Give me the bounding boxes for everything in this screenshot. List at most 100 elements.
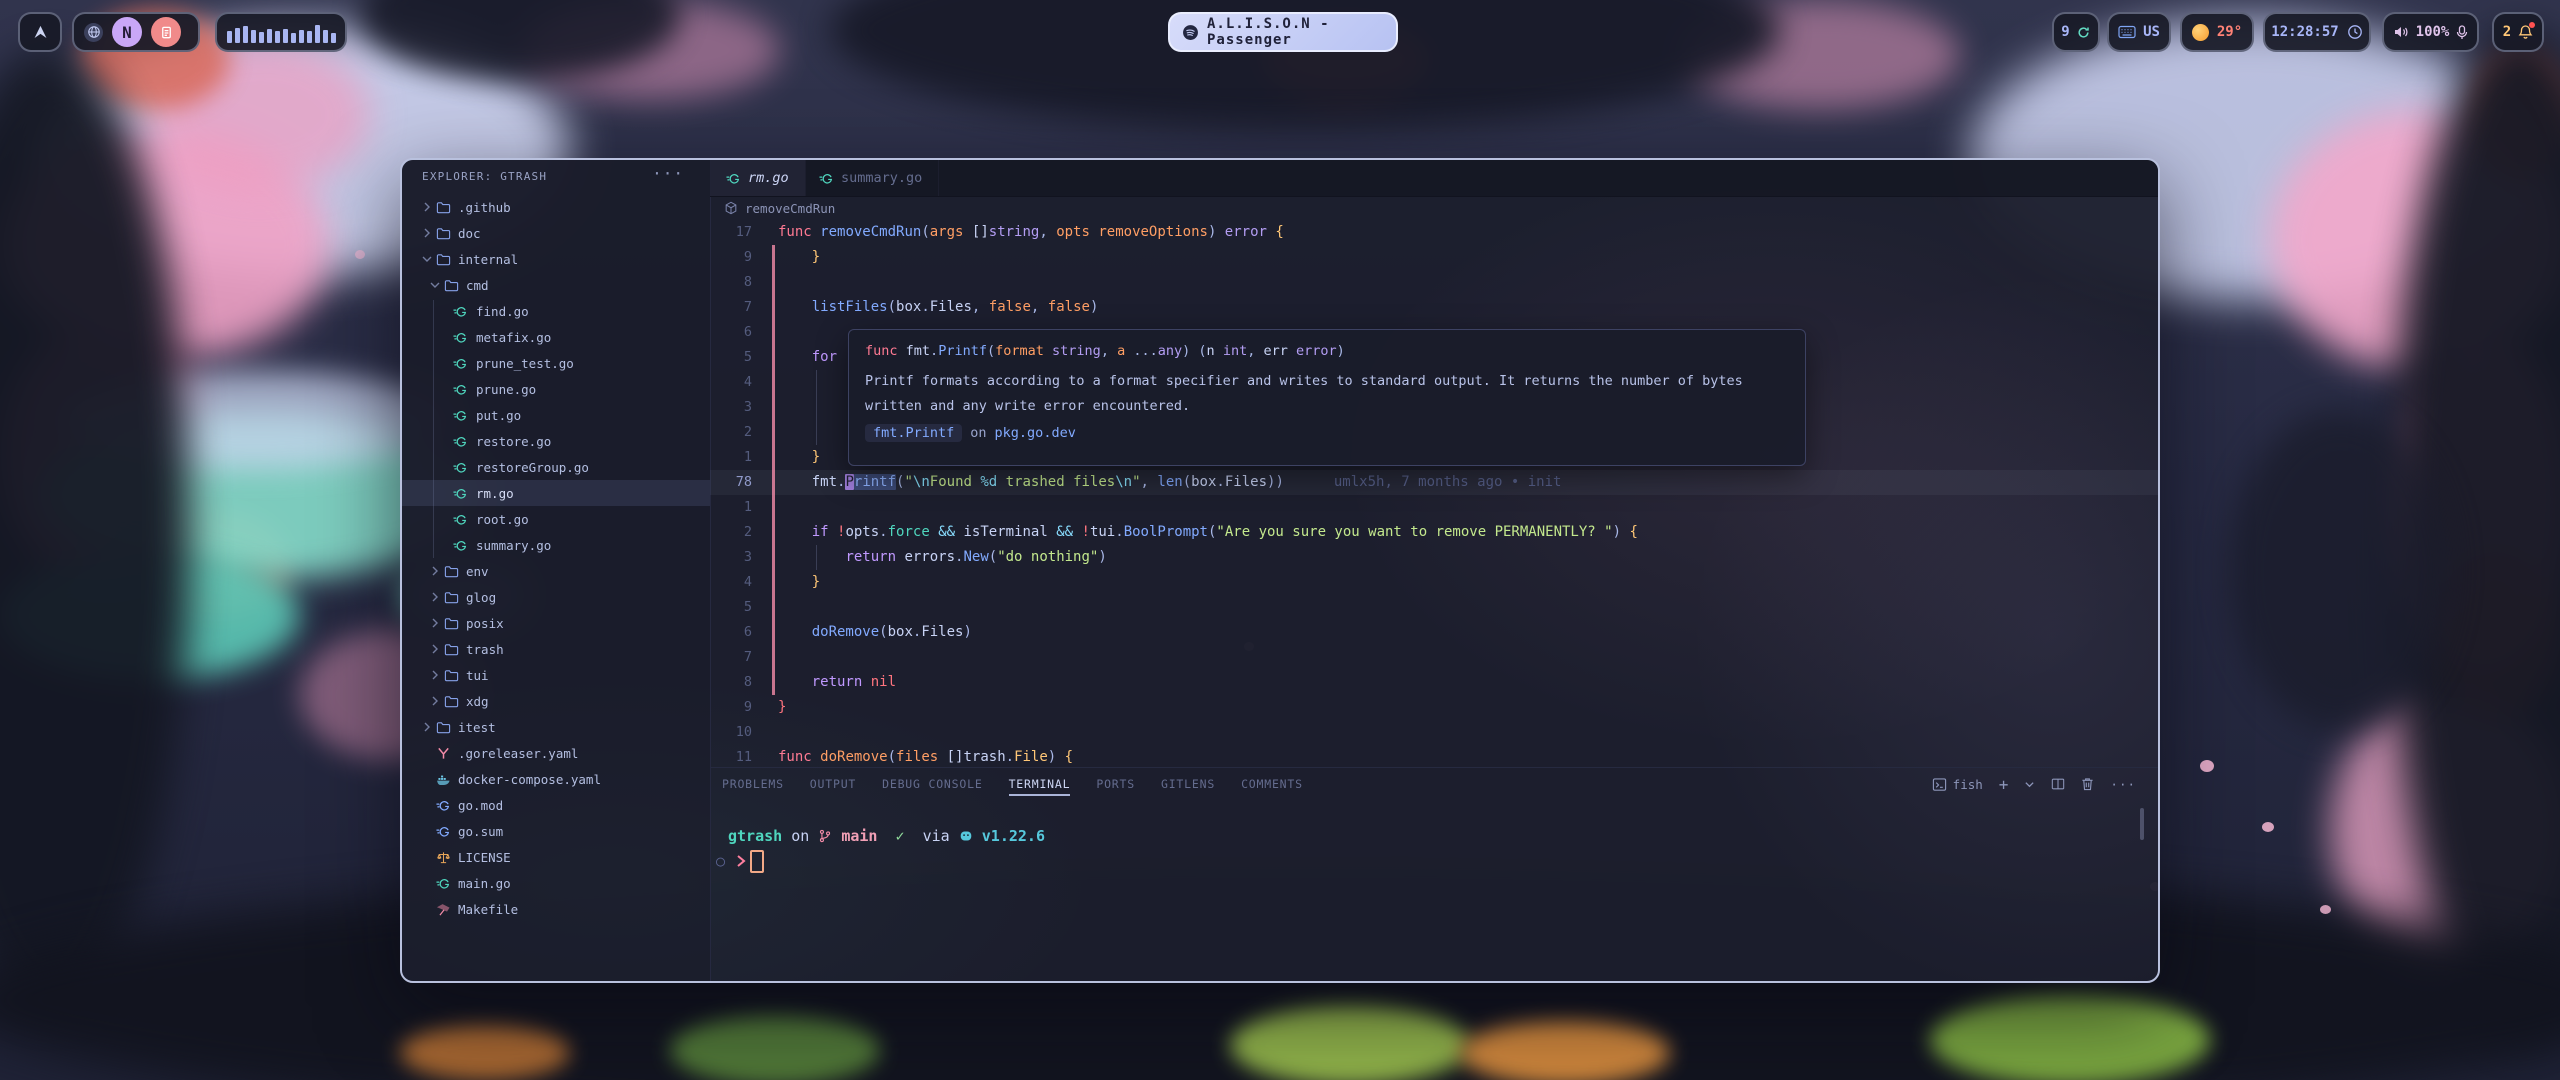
code-line[interactable]: 17func removeCmdRun(args []string, opts … <box>710 220 2158 245</box>
tree-item-rm.go[interactable]: rm.go <box>402 480 710 506</box>
chev-right-icon <box>429 669 441 681</box>
tree-item-restoreGroup.go[interactable]: restoreGroup.go <box>402 454 710 480</box>
code-line[interactable]: 10 <box>710 720 2158 745</box>
arrow-up-icon <box>31 23 50 42</box>
tooltip-doc-link[interactable]: pkg.go.dev <box>995 425 1076 441</box>
panel-tab-comments[interactable]: COMMENTS <box>1241 768 1303 800</box>
vscode-window: EXPLORER: GTRASH ··· .githubdocinternalc… <box>400 158 2160 983</box>
tree-item-cmd[interactable]: cmd <box>402 272 710 298</box>
tree-item-xdg[interactable]: xdg <box>402 688 710 714</box>
tree-item-label: root.go <box>476 512 529 527</box>
tree-item-prune.go[interactable]: prune.go <box>402 376 710 402</box>
chevron-down-icon[interactable] <box>2024 779 2035 790</box>
code-line[interactable]: 7 <box>710 645 2158 670</box>
split-terminal-icon[interactable] <box>2051 777 2065 791</box>
tab-rm.go[interactable]: rm.go <box>710 160 806 196</box>
license-icon <box>436 850 451 865</box>
tree-item-doc[interactable]: doc <box>402 220 710 246</box>
code-line[interactable]: 7 listFiles(box.Files, false, false) <box>710 295 2158 320</box>
terminal-scrollbar[interactable] <box>2140 808 2144 840</box>
tree-item-put.go[interactable]: put.go <box>402 402 710 428</box>
tooltip-symbol-chip[interactable]: fmt.Printf <box>865 424 962 442</box>
code-line[interactable]: 5 <box>710 595 2158 620</box>
launcher-button[interactable] <box>18 12 62 52</box>
globe-icon[interactable] <box>84 23 103 42</box>
tree-item-itest[interactable]: itest <box>402 714 710 740</box>
code-line[interactable]: 78 fmt.Printf("\nFound %d trashed files\… <box>710 470 2158 495</box>
line-number: 5 <box>712 345 752 370</box>
code-line[interactable]: 9} <box>710 695 2158 720</box>
updates-widget[interactable]: 9 <box>2052 12 2100 52</box>
chev-right-icon <box>421 227 433 239</box>
code-line[interactable]: 3 return errors.New("do nothing") <box>710 545 2158 570</box>
code-line[interactable]: 8 return nil <box>710 670 2158 695</box>
code-editor[interactable]: 17func removeCmdRun(args []string, opts … <box>710 220 2158 768</box>
tree-item-label: glog <box>466 590 496 605</box>
code-line[interactable]: 8 <box>710 270 2158 295</box>
panel-more-button[interactable]: ··· <box>2110 777 2136 792</box>
tree-item-LICENSE[interactable]: LICENSE <box>402 844 710 870</box>
weather-temp: 29° <box>2217 24 2242 40</box>
notion-n-icon[interactable]: N <box>112 17 142 47</box>
keyboard-icon <box>2118 25 2136 39</box>
speaker-icon <box>2393 25 2409 39</box>
audio-visualizer[interactable] <box>215 12 347 52</box>
now-playing-widget[interactable]: A.L.I.S.O.N - Passenger <box>1168 12 1398 52</box>
tree-item-trash[interactable]: trash <box>402 636 710 662</box>
folder-icon <box>444 616 459 631</box>
panel-tab-output[interactable]: OUTPUT <box>810 768 856 800</box>
tree-item-Makefile[interactable]: Makefile <box>402 896 710 922</box>
notifications-widget[interactable]: 2 <box>2492 12 2544 52</box>
tree-item-posix[interactable]: posix <box>402 610 710 636</box>
code-line[interactable]: 1 <box>710 495 2158 520</box>
audio-widget[interactable]: 100% <box>2382 12 2479 52</box>
panel-tab-problems[interactable]: PROBLEMS <box>722 768 784 800</box>
tree-item-root.go[interactable]: root.go <box>402 506 710 532</box>
weather-widget[interactable]: 29° <box>2180 12 2254 52</box>
terminal-profile[interactable]: fish <box>1932 777 1983 792</box>
folder-icon <box>436 720 451 735</box>
tree-item-.goreleaser.yaml[interactable]: .goreleaser.yaml <box>402 740 710 766</box>
tree-item-label: tui <box>466 668 489 683</box>
panel-tab-ports[interactable]: PORTS <box>1096 768 1135 800</box>
tree-item-metafix.go[interactable]: metafix.go <box>402 324 710 350</box>
keyboard-layout-widget[interactable]: US <box>2107 12 2171 52</box>
terminal-cursor <box>750 850 764 873</box>
tree-item-label: xdg <box>466 694 489 709</box>
terminal[interactable]: gtrash on main ✓ via v1.22.6○ <box>710 800 2158 981</box>
tab-summary.go[interactable]: summary.go <box>803 160 939 196</box>
explorer-more-button[interactable]: ··· <box>652 164 684 183</box>
tree-item-go.mod[interactable]: go.mod <box>402 792 710 818</box>
tree-item-restore.go[interactable]: restore.go <box>402 428 710 454</box>
tree-item-docker-compose.yaml[interactable]: docker-compose.yaml <box>402 766 710 792</box>
code-line[interactable]: 6 doRemove(box.Files) <box>710 620 2158 645</box>
tree-item-internal[interactable]: internal <box>402 246 710 272</box>
code-line[interactable]: 4 } <box>710 570 2158 595</box>
tree-item-tui[interactable]: tui <box>402 662 710 688</box>
clock-widget[interactable]: 12:28:57 <box>2263 12 2371 52</box>
tree-item-glog[interactable]: glog <box>402 584 710 610</box>
line-number: 3 <box>712 395 752 420</box>
panel-tab-debug-console[interactable]: DEBUG CONSOLE <box>882 768 982 800</box>
updates-count: 9 <box>2061 24 2069 40</box>
breadcrumb[interactable]: removeCmdRun <box>710 196 2158 220</box>
tree-item-.github[interactable]: .github <box>402 194 710 220</box>
tree-item-summary.go[interactable]: summary.go <box>402 532 710 558</box>
kill-terminal-icon[interactable] <box>2081 777 2094 791</box>
tree-item-go.sum[interactable]: go.sum <box>402 818 710 844</box>
wallpaper-blob <box>2320 905 2331 914</box>
tree-item-find.go[interactable]: find.go <box>402 298 710 324</box>
tree-item-prune_test.go[interactable]: prune_test.go <box>402 350 710 376</box>
tree-item-env[interactable]: env <box>402 558 710 584</box>
refresh-icon <box>2076 25 2091 40</box>
notes-doc-icon[interactable] <box>151 17 181 47</box>
bottom-panel: PROBLEMS OUTPUT DEBUG CONSOLE TERMINAL PORTS… <box>710 767 2158 981</box>
code-line[interactable]: 9 } <box>710 245 2158 270</box>
new-terminal-button[interactable]: + <box>1999 775 2009 794</box>
go-icon <box>453 460 468 475</box>
panel-tab-terminal[interactable]: TERMINAL <box>1009 768 1071 800</box>
tree-item-main.go[interactable]: main.go <box>402 870 710 896</box>
panel-tab-gitlens[interactable]: GITLENS <box>1161 768 1215 800</box>
wallpaper-blob <box>1230 1005 1470 1080</box>
code-line[interactable]: 2 if !opts.force && isTerminal && !tui.B… <box>710 520 2158 545</box>
